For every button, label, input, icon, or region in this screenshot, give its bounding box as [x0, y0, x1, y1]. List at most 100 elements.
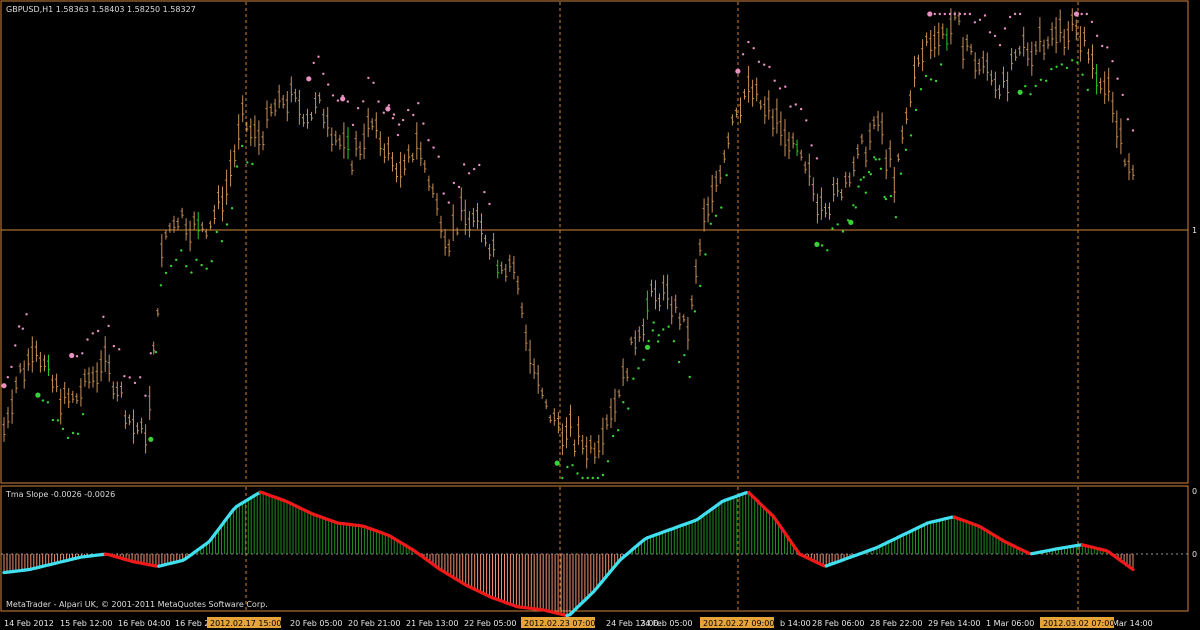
upper-band-dot [397, 123, 401, 126]
upper-band-dot [1003, 27, 1007, 30]
upper-band-dot [452, 181, 456, 185]
upper-band-dot [112, 344, 116, 348]
lower-band-dot [76, 432, 80, 435]
time-label: 15 Feb 12:00 [60, 619, 112, 628]
time-highlight: 2012.02.17 15:00 [210, 619, 281, 628]
time-label: b 14:00 [780, 619, 811, 628]
symbol-title: GBPUSD,H1 1.58363 1.58403 1.58250 1.5832… [6, 5, 196, 14]
lower-band-dot [862, 176, 865, 179]
upper-band-dot [327, 83, 330, 86]
upper-band-dot [340, 96, 346, 102]
lower-band-dot [934, 79, 938, 83]
lower-band-dot [878, 158, 881, 161]
lower-band-dot [929, 78, 933, 81]
upper-band-dot [392, 113, 396, 116]
upper-band-dot [462, 163, 466, 166]
lower-band-dot [667, 325, 670, 328]
time-label: 14 Feb 2012 [4, 619, 54, 628]
upper-band-dot [988, 31, 992, 34]
upper-band-dot [14, 344, 17, 347]
lower-band-dot [924, 74, 928, 78]
upper-band-dot [91, 332, 95, 335]
upper-band-dot [447, 201, 450, 204]
upper-band-dot [978, 18, 982, 21]
upper-band-dot [741, 53, 745, 56]
upper-band-dot [442, 192, 445, 195]
lower-band-dot [841, 230, 845, 233]
lower-band-dot [852, 204, 855, 207]
upper-band-dot [412, 113, 415, 117]
time-label: 22 Feb 05:00 [464, 619, 516, 628]
lower-band-dot [1029, 93, 1032, 96]
lower-band-dot [657, 334, 660, 337]
lower-band-dot [1060, 63, 1064, 66]
lower-band-dot [884, 197, 888, 201]
upper-band-dot [407, 108, 410, 112]
lower-band-dot [904, 148, 908, 151]
upper-band-dot [968, 12, 972, 16]
indicator-axis-top: 0 [1192, 487, 1197, 496]
upper-band-dot [1111, 60, 1114, 63]
upper-band-dot [123, 375, 126, 378]
upper-band-dot [401, 118, 405, 122]
upper-band-dot [768, 65, 771, 69]
upper-band-dot [331, 94, 335, 97]
upper-band-dot [133, 381, 137, 385]
upper-band-dot [102, 315, 105, 318]
lower-band-dot [627, 407, 630, 410]
copyright-text: MetaTrader - Alpari UK, © 2001-2011 Meta… [6, 600, 268, 609]
upper-band-dot [1095, 34, 1099, 37]
lower-band-dot [596, 476, 600, 480]
time-label: Mar 14:00 [1112, 619, 1153, 628]
upper-band-dot [427, 139, 430, 142]
upper-band-dot [1090, 20, 1094, 24]
upper-band-dot [973, 21, 977, 24]
lower-band-dot [617, 429, 620, 432]
time-label: 20 Feb 21:00 [348, 619, 400, 628]
time-label: 21 Feb 13:00 [406, 619, 458, 628]
upper-band-dot [473, 167, 476, 171]
lower-band-dot [647, 339, 650, 343]
upper-band-dot [437, 155, 440, 158]
lower-band-dot [1034, 84, 1037, 88]
upper-band-dot [17, 325, 21, 328]
lower-band-dot [914, 108, 918, 112]
lower-band-dot [642, 358, 645, 361]
lower-band-dot [820, 244, 824, 247]
time-label: 29 Feb 14:00 [928, 619, 980, 628]
upper-band-dot [457, 185, 461, 189]
trading-chart[interactable]: GBPUSD,H1 1.58363 1.58403 1.58250 1.5832… [0, 0, 1200, 630]
upper-band-dot [306, 76, 312, 82]
lower-band-dot [1017, 89, 1023, 95]
upper-band-dot [81, 352, 84, 355]
lower-band-dot [215, 230, 218, 234]
lower-band-dot [637, 367, 640, 370]
lower-band-dot [1071, 59, 1074, 62]
upper-band-dot [346, 100, 349, 103]
lower-band-dot [869, 173, 872, 176]
upper-band-dot [432, 146, 435, 149]
upper-band-dot [128, 376, 131, 379]
upper-band-dot [149, 352, 152, 355]
upper-band-dot [483, 190, 486, 194]
time-label: 28 Feb 22:00 [870, 619, 922, 628]
upper-band-dot [69, 352, 75, 359]
lower-band-dot [651, 329, 654, 332]
upper-band-dot [1, 383, 7, 389]
upper-band-dot [387, 104, 391, 107]
indicator-axis-zero: 0 [1192, 550, 1197, 559]
lower-band-dot [874, 158, 877, 161]
lower-band-dot [51, 418, 55, 422]
lower-band-dot [919, 88, 923, 91]
upper-band-dot [1013, 12, 1017, 16]
lower-band-dot [154, 350, 158, 354]
upper-band-dot [351, 123, 355, 127]
upper-band-dot [763, 63, 766, 66]
lower-band-dot [883, 195, 886, 199]
lower-band-dot [554, 460, 560, 466]
upper-band-dot [938, 12, 941, 16]
time-axis: 14 Feb 2012 15 Feb 12:00 16 Feb 04:00 16… [4, 617, 1153, 628]
upper-band-dot [10, 365, 13, 369]
lower-band-dot [164, 271, 168, 275]
lower-band-dot [622, 401, 625, 404]
